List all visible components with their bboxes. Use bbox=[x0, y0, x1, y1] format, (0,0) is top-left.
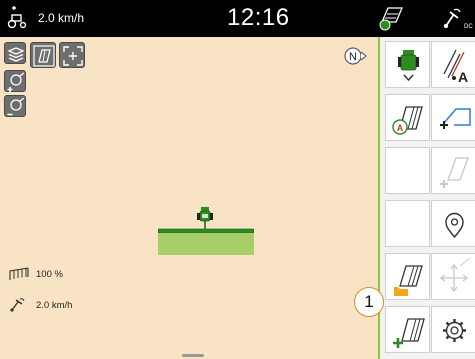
guidance-line-a-button[interactable]: A bbox=[431, 41, 475, 88]
svg-text:A: A bbox=[397, 123, 404, 133]
callout-marker: 1 bbox=[354, 287, 384, 317]
gps-correction-icon[interactable]: DC bbox=[440, 6, 475, 32]
add-boundary-button[interactable] bbox=[431, 94, 475, 141]
guidance-line-a-icon: A bbox=[443, 49, 468, 85]
machine-select-button[interactable] bbox=[385, 41, 430, 88]
new-field-button[interactable] bbox=[385, 306, 430, 353]
location-pin-icon bbox=[445, 212, 464, 239]
field-open-icon bbox=[394, 265, 423, 296]
gps-speed-status: 2.0 km/h bbox=[8, 297, 72, 313]
tractor-speed-icon bbox=[7, 6, 27, 29]
location-pin-button[interactable] bbox=[431, 200, 475, 247]
layers-button[interactable] bbox=[4, 42, 26, 64]
field-view-icon bbox=[33, 45, 55, 67]
coverage-icon bbox=[9, 267, 29, 280]
add-boundary-icon bbox=[440, 108, 471, 129]
svg-text:DC: DC bbox=[464, 24, 473, 30]
fit-view-button[interactable] bbox=[59, 42, 85, 68]
vehicle-speed: 2.0 km/h bbox=[38, 11, 85, 25]
new-field-icon bbox=[393, 318, 425, 348]
svg-text:A: A bbox=[458, 69, 468, 85]
north-compass[interactable]: N bbox=[340, 44, 370, 68]
compass-north-label: N bbox=[349, 51, 357, 63]
empty-slot-1 bbox=[385, 147, 430, 194]
zoom-in-icon bbox=[7, 72, 25, 92]
tractor-implement bbox=[158, 207, 254, 255]
move-icon bbox=[439, 257, 471, 293]
drawer-handle[interactable] bbox=[182, 354, 204, 357]
zoom-in-button[interactable] bbox=[4, 70, 26, 92]
fit-view-icon bbox=[63, 46, 83, 66]
move-button[interactable] bbox=[431, 253, 475, 300]
gps-speed-label: 2.0 km/h bbox=[36, 299, 73, 311]
zoom-out-icon bbox=[7, 97, 25, 116]
field-record-icon: A bbox=[392, 106, 423, 135]
coverage-status: 100 % bbox=[8, 267, 63, 281]
field-map[interactable]: N 100 % 2.0 km/h bbox=[0, 37, 378, 359]
coverage-label: 100 % bbox=[36, 268, 63, 280]
machine-select-icon bbox=[398, 50, 419, 82]
gps-status-icon[interactable] bbox=[378, 4, 406, 32]
field-open-button[interactable] bbox=[385, 253, 430, 300]
headland-icon bbox=[440, 157, 469, 188]
settings-gear-icon bbox=[443, 319, 466, 342]
satellite-icon bbox=[10, 298, 25, 312]
field-view-button[interactable] bbox=[30, 42, 56, 68]
top-status-bar: 2.0 km/h 12:16 DC bbox=[0, 0, 475, 37]
empty-slot-2 bbox=[385, 200, 430, 247]
settings-button[interactable] bbox=[431, 306, 475, 353]
field-record-button[interactable]: A bbox=[385, 94, 430, 141]
clock: 12:16 bbox=[227, 4, 290, 31]
headland-button[interactable] bbox=[431, 147, 475, 194]
zoom-out-button[interactable] bbox=[4, 95, 26, 117]
layers-icon bbox=[7, 47, 25, 62]
function-panel: A A bbox=[378, 37, 475, 359]
